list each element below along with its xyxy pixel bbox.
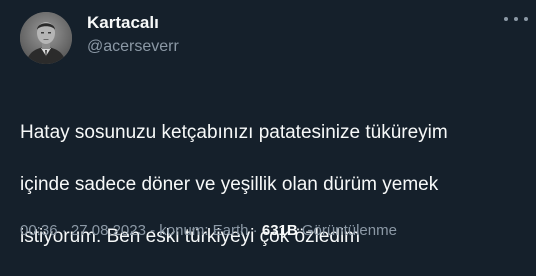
tweet-text: Hatay sosunuzu ketçabınızı patatesinize … [20,94,525,276]
user-handle[interactable]: @acerseverr [87,37,179,57]
views-label[interactable]: Görüntülenme [298,222,397,239]
views-count[interactable]: 631B [262,222,298,239]
tweet-text-line: Hatay sosunuzu ketçabınızı patatesinize … [20,122,448,143]
meta-separator: · [57,222,71,239]
tweet-metadata: 00:36 · 27.08.2023 - konum: Earth · 631B… [20,221,397,241]
tweet-date[interactable]: 27.08.2023 [71,222,146,239]
tweet-text-line: içinde sadece döner ve yeşillik olan dür… [20,174,439,195]
display-name[interactable]: Kartacalı [87,12,159,34]
tweet-time[interactable]: 00:36 [20,222,58,239]
more-horizontal-icon [514,17,518,21]
more-horizontal-icon [524,17,528,21]
more-horizontal-icon [504,17,508,21]
avatar[interactable] [20,12,72,64]
more-options-button[interactable] [504,12,528,26]
tweet-location: - konum: Earth [145,222,249,239]
tweet-card: Kartacalı @acerseverr Hatay sosunuzu ket… [0,0,536,259]
profile-photo-icon [20,12,72,64]
meta-separator: · [248,222,262,239]
